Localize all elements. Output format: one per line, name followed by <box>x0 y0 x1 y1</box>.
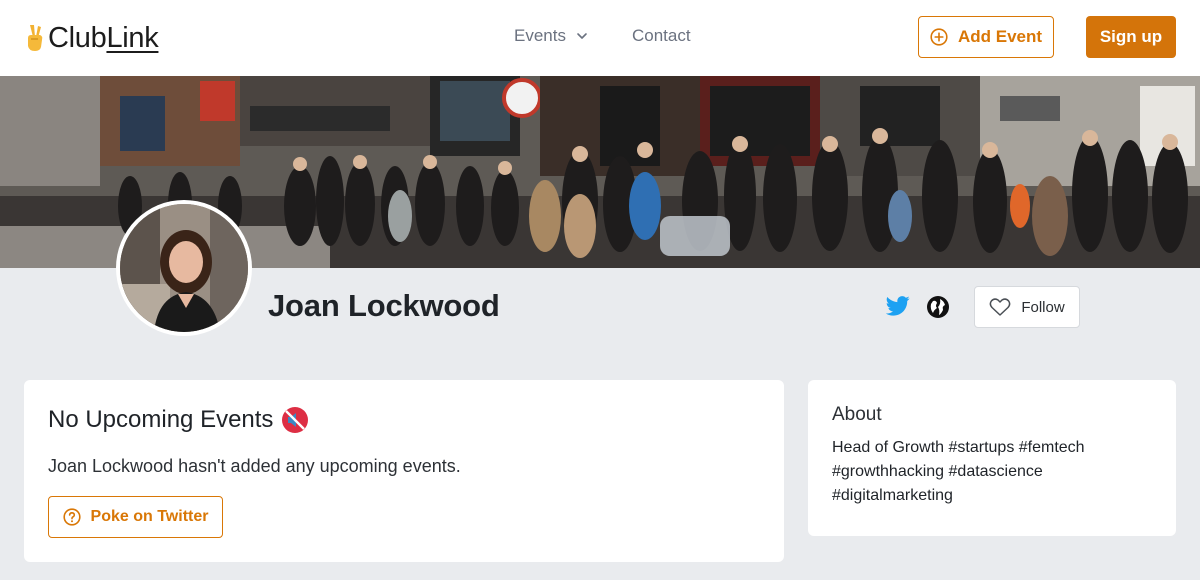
follow-label: Follow <box>1021 298 1065 316</box>
sign-up-label: Sign up <box>1099 27 1163 46</box>
upcoming-events-card: No Upcoming Events Joan Lockwood hasn't … <box>24 380 784 562</box>
question-circle-icon <box>62 508 81 526</box>
no-events-message: Joan Lockwood hasn't added any upcoming … <box>48 456 461 476</box>
globe-icon[interactable] <box>926 295 950 319</box>
about-heading: About <box>832 404 882 425</box>
clublink-logo[interactable]: ClubLink <box>24 20 159 56</box>
add-event-button[interactable]: Add Event <box>918 16 1054 58</box>
about-bio: Head of Growth #startups #femtech #growt… <box>832 439 1085 504</box>
sign-up-button[interactable]: Sign up <box>1086 16 1176 58</box>
about-card: About Head of Growth #startups #femtech … <box>808 380 1176 536</box>
nav-events-dropdown[interactable]: Events <box>514 26 588 46</box>
nav-contact-link[interactable]: Contact <box>632 26 691 46</box>
main-nav: Events Contact <box>514 26 691 46</box>
victory-hand-icon <box>28 25 43 51</box>
top-navbar: ClubLink Events Contact Add Event Sign u… <box>0 0 1200 76</box>
events-title-text: No Upcoming Events <box>48 406 274 433</box>
events-heading: No Upcoming Events <box>48 406 309 434</box>
profile-avatar <box>116 200 252 336</box>
logo-text-club: Club <box>48 21 107 54</box>
follow-button[interactable]: Follow <box>974 286 1080 328</box>
logo-text-link: Link <box>106 21 159 54</box>
chevron-down-icon <box>577 33 587 39</box>
plus-circle-icon <box>930 28 948 46</box>
add-event-label: Add Event <box>957 27 1043 46</box>
twitter-icon[interactable] <box>886 295 910 317</box>
heart-icon <box>989 298 1011 316</box>
poke-on-twitter-button[interactable]: Poke on Twitter <box>48 496 223 538</box>
nav-events-label: Events <box>514 26 566 45</box>
poke-label: Poke on Twitter <box>90 508 209 525</box>
muted-speaker-icon <box>282 407 309 433</box>
profile-name: Joan Lockwood <box>268 288 500 323</box>
nav-contact-label: Contact <box>631 26 691 45</box>
